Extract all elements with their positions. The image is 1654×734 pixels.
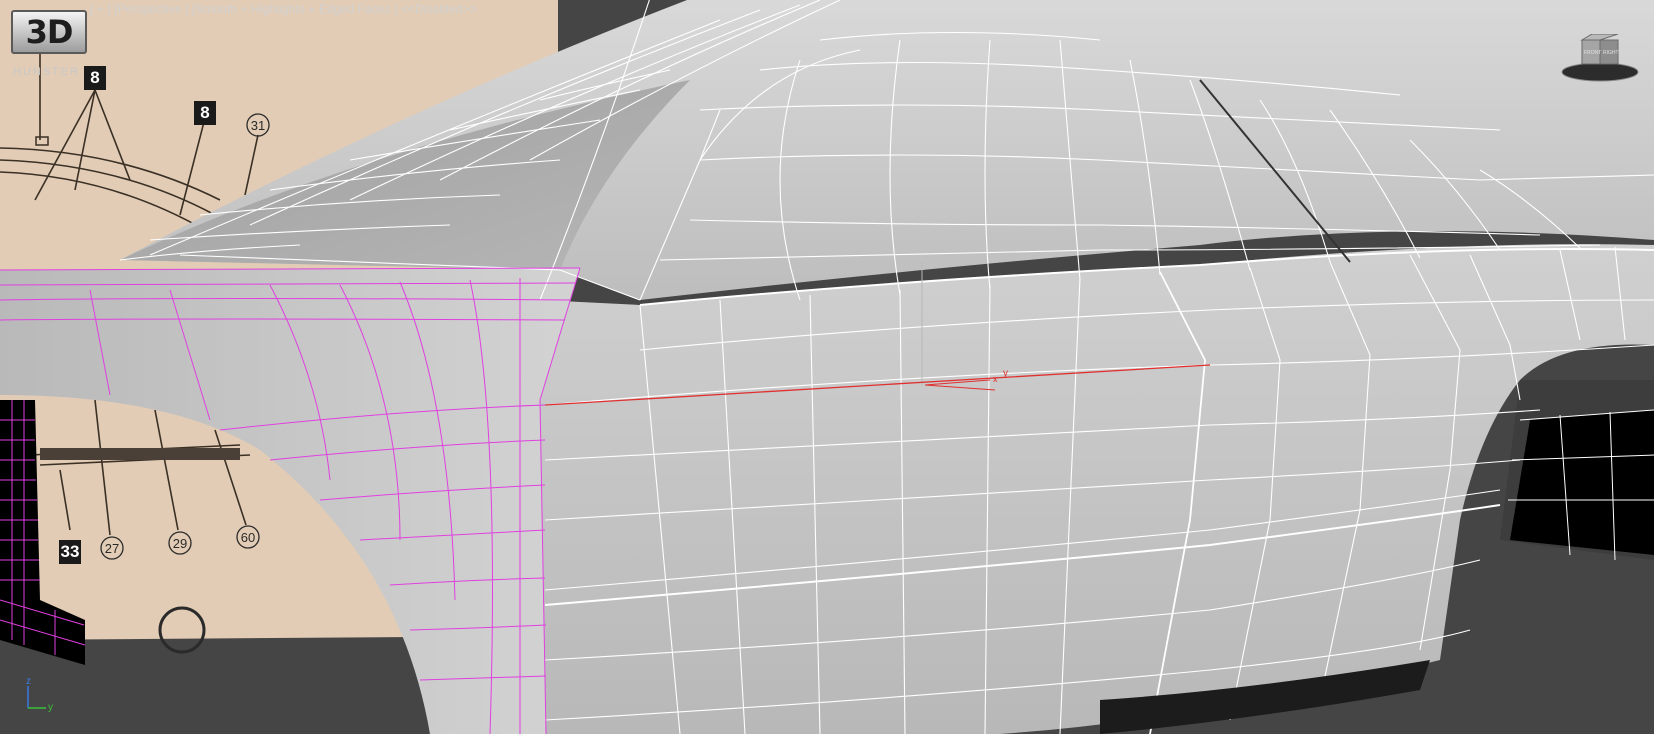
gizmo-x-label: x [993, 374, 998, 384]
world-axis-tripod: z y [20, 672, 60, 713]
viewport-label-menu[interactable]: [ + ] [Perspective ] [Smooth + Highlight… [90, 2, 477, 16]
3d-viewport[interactable]: 8 8 31 33 27 29 60 z y x [0, 0, 1654, 734]
callout-number: 8 [200, 103, 209, 122]
callout-number: 27 [105, 541, 119, 556]
viewcube-front-label: FRONT [1584, 50, 1601, 56]
gizmo-y-label: y [1003, 368, 1008, 379]
callout-number: 8 [90, 68, 99, 87]
viewcube-right-label: RIGHT [1603, 50, 1619, 56]
callout-number: 31 [251, 118, 265, 133]
callout-number: 60 [241, 530, 255, 545]
gizmo-z-label: z [920, 262, 925, 273]
viewcube[interactable]: FRONT RIGHT [1560, 33, 1640, 84]
callout-number: 29 [173, 536, 187, 551]
callout-number: 33 [61, 542, 80, 561]
car-body-side[interactable] [540, 244, 1654, 734]
logo-subtext: HUNSTER [13, 66, 81, 78]
watermark-logo: 3D HUNSTER [11, 10, 87, 78]
tripod-y-label: y [48, 702, 53, 712]
logo-3d-text: 3D [11, 10, 87, 54]
tripod-z-label: z [26, 676, 31, 687]
